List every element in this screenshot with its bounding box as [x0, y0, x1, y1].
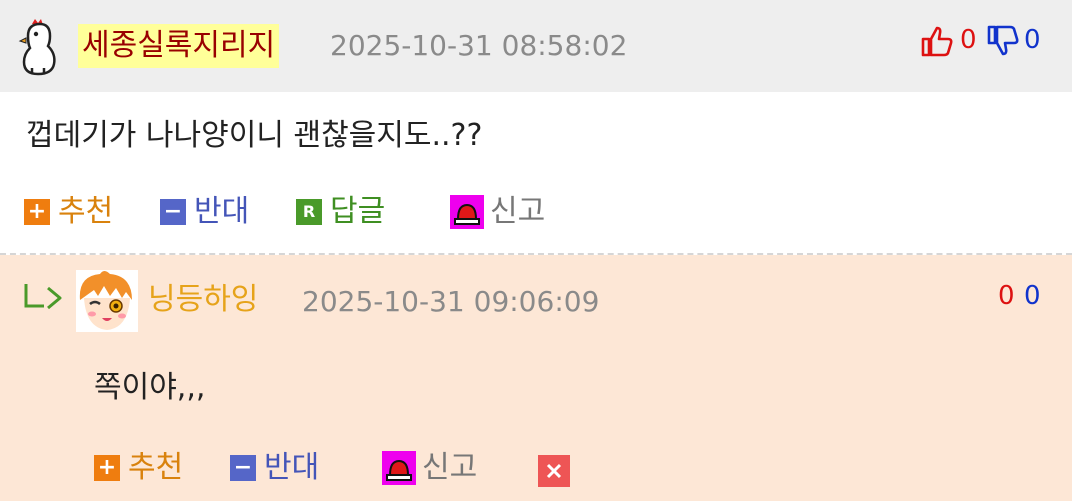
siren-icon	[382, 451, 416, 485]
reply-timestamp: 2025-10-31 09:06:09	[302, 285, 600, 318]
oppose-button[interactable]: − 반대	[160, 192, 249, 232]
siren-icon	[450, 195, 484, 229]
comment-body: 껍데기가 나나양이니 괜찮을지도..??	[26, 118, 483, 153]
recommend-label: 추천	[58, 194, 114, 229]
report-button[interactable]: 신고	[450, 192, 545, 232]
close-icon	[538, 455, 570, 487]
reply-label: 답글	[330, 194, 386, 229]
thumbs-down-icon[interactable]	[986, 24, 1020, 58]
anime-girl-avatar[interactable]	[76, 270, 138, 332]
reply-recommend-label: 추천	[128, 450, 184, 485]
plus-icon: +	[24, 199, 50, 225]
comment-timestamp: 2025-10-31 08:58:02	[330, 29, 628, 62]
report-label: 신고	[490, 194, 546, 229]
reply-downvote-count: 0	[1024, 281, 1041, 311]
reply-recommend-button[interactable]: + 추천	[94, 448, 183, 488]
reply-body: 쪽이야,,,	[94, 370, 206, 405]
reply-oppose-label: 반대	[264, 450, 320, 485]
plus-icon: +	[94, 455, 120, 481]
thumbs-up-icon[interactable]	[920, 24, 954, 58]
reply-arrow-icon	[24, 284, 62, 310]
minus-icon: −	[230, 455, 256, 481]
minus-icon: −	[160, 199, 186, 225]
reply-report-button[interactable]: 신고	[382, 448, 477, 488]
reply-report-label: 신고	[422, 450, 478, 485]
chicken-avatar-icon[interactable]	[18, 18, 58, 76]
oppose-label: 반대	[194, 194, 250, 229]
reply-upvote-count: 0	[998, 281, 1015, 311]
upvote-count: 0	[960, 25, 977, 55]
reply-oppose-button[interactable]: − 반대	[230, 448, 319, 488]
comment-author[interactable]: 세종실록지리지	[78, 24, 280, 68]
delete-button[interactable]	[538, 455, 570, 487]
recommend-button[interactable]: + 추천	[24, 192, 113, 232]
reply-badge-icon: R	[296, 199, 322, 225]
reply-button[interactable]: R 답글	[296, 192, 385, 232]
reply-author[interactable]: 닝등하잉	[148, 280, 258, 320]
downvote-count: 0	[1024, 25, 1041, 55]
